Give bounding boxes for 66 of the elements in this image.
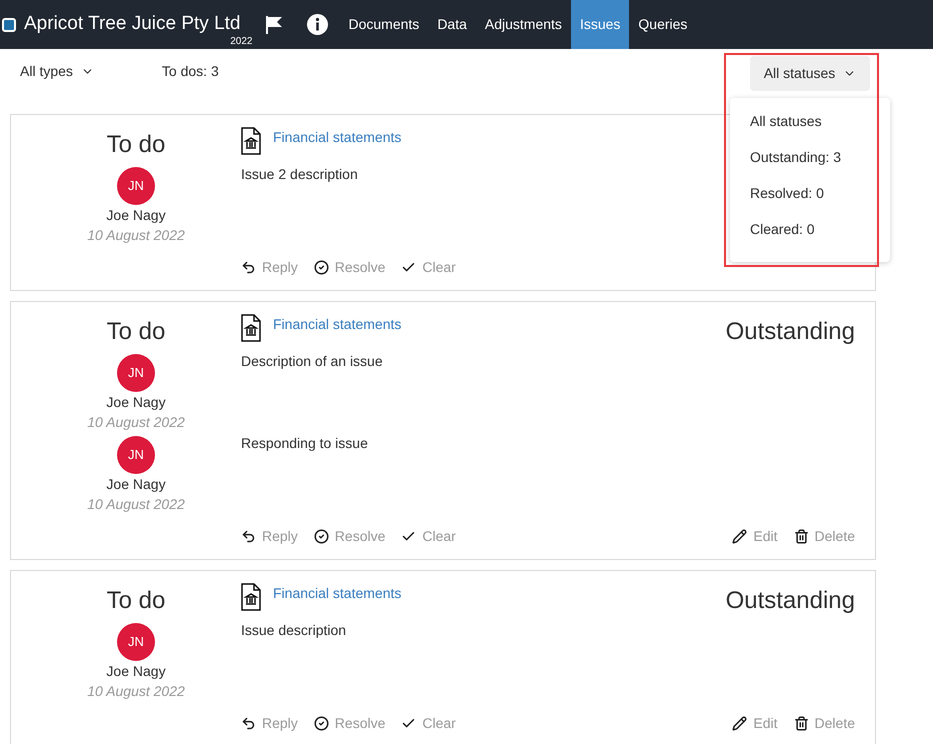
nav-tab[interactable]: Documents (340, 0, 428, 49)
comment-text: Issue description (241, 622, 346, 638)
check-circle-icon (314, 716, 329, 731)
comment-text: Issue 2 description (241, 166, 358, 182)
document-icon (241, 127, 261, 155)
issue-category: To do (106, 317, 166, 347)
reply-button[interactable]: Reply (241, 526, 298, 547)
document-icon (241, 314, 261, 342)
document-link[interactable]: Financial statements (273, 583, 402, 604)
reply-button[interactable]: Reply (241, 713, 298, 734)
todo-count: To dos: 3 (162, 62, 219, 81)
avatar: JN (117, 167, 155, 205)
status-option[interactable]: Outstanding: 3 (750, 148, 890, 166)
issue-status: Outstanding (726, 317, 855, 347)
comment-date: 10 August 2022 (87, 413, 185, 432)
pencil-icon (732, 716, 748, 731)
flag-icon[interactable] (264, 14, 282, 34)
delete-button[interactable]: Delete (794, 713, 855, 734)
comment-text: Description of an issue (241, 353, 383, 369)
author-name: Joe Nagy (106, 206, 166, 225)
comment-date: 10 August 2022 (87, 226, 185, 245)
edit-button[interactable]: Edit (732, 713, 778, 734)
status-option[interactable]: All statuses (750, 112, 890, 130)
reply-icon (241, 716, 256, 731)
status-option[interactable]: Cleared: 0 (750, 220, 890, 238)
nav-tab[interactable]: Issues (570, 0, 630, 49)
reply-icon (241, 529, 256, 544)
status-filter[interactable]: All statuses (750, 56, 870, 91)
company-icon (2, 18, 16, 32)
avatar: JN (117, 436, 155, 474)
trash-icon (794, 716, 809, 731)
nav-tab[interactable]: Adjustments (476, 0, 571, 49)
clear-button[interactable]: Clear (401, 526, 456, 547)
resolve-button[interactable]: Resolve (314, 526, 386, 547)
nav-tab[interactable]: Data (428, 0, 476, 49)
year-label: 2022 (230, 35, 252, 49)
info-icon[interactable] (306, 14, 328, 35)
status-option[interactable]: Resolved: 0 (750, 184, 890, 202)
issue-category: To do (106, 586, 166, 616)
edit-button[interactable]: Edit (732, 526, 778, 547)
avatar: JN (117, 354, 155, 392)
comment-date: 10 August 2022 (87, 495, 185, 514)
trash-icon (794, 529, 809, 544)
issue-category: To do (106, 130, 166, 160)
reply-icon (241, 260, 256, 275)
author-name: Joe Nagy (106, 475, 166, 494)
pencil-icon (732, 529, 748, 544)
document-icon (241, 583, 261, 611)
clear-button[interactable]: Clear (401, 713, 456, 734)
avatar: JN (117, 623, 155, 661)
author-name: Joe Nagy (106, 662, 166, 681)
nav-tab[interactable]: Queries (629, 0, 696, 49)
author-name: Joe Nagy (106, 393, 166, 412)
delete-button[interactable]: Delete (794, 526, 855, 547)
comment-text: Responding to issue (241, 435, 368, 451)
type-filter[interactable]: All types (20, 61, 94, 82)
document-link[interactable]: Financial statements (273, 314, 402, 335)
check-circle-icon (314, 529, 329, 544)
check-circle-icon (314, 260, 329, 275)
comment-date: 10 August 2022 (87, 682, 185, 701)
resolve-button[interactable]: Resolve (314, 713, 386, 734)
document-link[interactable]: Financial statements (273, 127, 402, 148)
clear-button[interactable]: Clear (401, 257, 456, 278)
resolve-button[interactable]: Resolve (314, 257, 386, 278)
issue-status: Outstanding (726, 586, 855, 616)
reply-button[interactable]: Reply (241, 257, 298, 278)
